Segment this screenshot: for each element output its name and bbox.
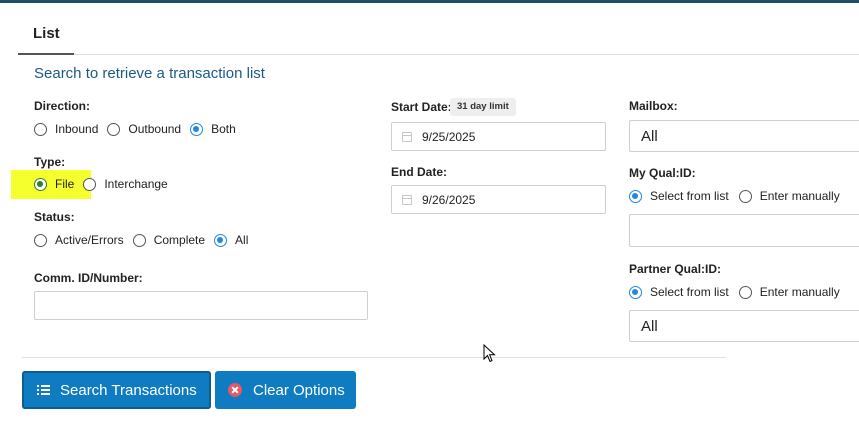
mailbox-select[interactable]: All: [629, 120, 859, 152]
radio-active-errors[interactable]: [34, 233, 47, 247]
end-date-value: 9/26/2025: [422, 192, 476, 207]
direction-inbound-option[interactable]: Inbound: [34, 122, 98, 136]
radio-both[interactable]: [190, 122, 204, 136]
status-all-label: All: [235, 233, 249, 247]
close-circle-icon: [228, 383, 242, 397]
radio-all[interactable]: [214, 233, 228, 247]
my-qual-manual-option[interactable]: Enter manually: [738, 189, 840, 203]
radio-file[interactable]: [34, 177, 47, 191]
direction-outbound-label: Outbound: [128, 122, 182, 136]
divider: [22, 357, 726, 358]
partner-qual-manual-label: Enter manually: [759, 285, 840, 299]
partner-qual-select-option[interactable]: Select from list: [629, 285, 729, 299]
radio-my-qual-select[interactable]: [629, 189, 642, 203]
list-icon: [37, 384, 50, 396]
type-label: Type:: [34, 155, 66, 169]
radio-complete[interactable]: [132, 233, 146, 247]
calendar-icon: [402, 194, 412, 205]
status-complete-option[interactable]: Complete: [132, 233, 206, 247]
status-active-option[interactable]: Active/Errors: [34, 233, 124, 247]
mailbox-label: Mailbox:: [629, 99, 678, 113]
end-date-input[interactable]: 9/26/2025: [391, 185, 606, 214]
search-transactions-button[interactable]: Search Transactions: [22, 371, 211, 409]
calendar-icon: [402, 131, 412, 142]
radio-my-qual-manual[interactable]: [738, 189, 752, 203]
direction-outbound-option[interactable]: Outbound: [107, 122, 181, 136]
direction-both-option[interactable]: Both: [190, 122, 236, 136]
tab-list-label: List: [33, 25, 60, 42]
direction-label: Direction:: [34, 99, 91, 113]
partner-qual-manual-option[interactable]: Enter manually: [738, 285, 840, 299]
comm-id-label: Comm. ID/Number:: [34, 271, 143, 285]
my-qual-select-option[interactable]: Select from list: [629, 189, 729, 203]
partner-qual-label: Partner Qual:ID:: [629, 262, 722, 276]
comm-id-input[interactable]: [34, 291, 368, 320]
my-qual-select[interactable]: [629, 214, 859, 247]
type-file-label: File: [55, 177, 75, 191]
direction-radio-group: Inbound Outbound Both: [34, 120, 245, 138]
start-date-label: Start Date:: [391, 100, 452, 114]
partner-qual-select-label: Select from list: [650, 285, 729, 299]
radio-outbound[interactable]: [107, 122, 121, 136]
partner-qual-radio-group: Select from list Enter manually: [629, 283, 849, 301]
type-interchange-option[interactable]: Interchange: [83, 177, 168, 191]
my-qual-manual-label: Enter manually: [759, 189, 840, 203]
my-qual-label: My Qual:ID:: [629, 166, 696, 180]
status-all-option[interactable]: All: [214, 233, 248, 247]
start-date-input[interactable]: 9/25/2025: [391, 122, 606, 151]
partner-qual-select[interactable]: All: [629, 310, 859, 342]
tab-bar: List: [18, 3, 859, 55]
direction-inbound-label: Inbound: [55, 122, 99, 136]
radio-interchange[interactable]: [83, 177, 97, 191]
type-file-option[interactable]: File: [34, 177, 74, 191]
date-limit-badge: 31 day limit: [450, 98, 516, 116]
status-complete-label: Complete: [153, 233, 206, 247]
direction-both-label: Both: [211, 122, 236, 136]
page-heading: Search to retrieve a transaction list: [34, 65, 265, 82]
radio-inbound[interactable]: [34, 122, 47, 136]
clear-button-label: Clear Options: [253, 381, 345, 399]
my-qual-radio-group: Select from list Enter manually: [629, 187, 849, 205]
type-interchange-label: Interchange: [104, 177, 168, 191]
status-label: Status:: [34, 210, 75, 224]
mouse-cursor-icon: [483, 344, 496, 363]
mailbox-value: All: [641, 127, 658, 145]
tab-list[interactable]: List: [18, 3, 74, 55]
end-date-label: End Date:: [391, 165, 448, 179]
search-button-label: Search Transactions: [60, 381, 197, 399]
my-qual-select-label: Select from list: [650, 189, 729, 203]
status-active-label: Active/Errors: [55, 233, 124, 247]
partner-qual-value: All: [641, 317, 658, 335]
radio-partner-qual-select[interactable]: [629, 285, 642, 299]
status-radio-group: Active/Errors Complete All: [34, 231, 257, 249]
radio-partner-qual-manual[interactable]: [738, 285, 752, 299]
start-date-value: 9/25/2025: [422, 129, 476, 144]
type-radio-group: File Interchange: [34, 175, 177, 193]
clear-options-button[interactable]: Clear Options: [215, 371, 356, 409]
